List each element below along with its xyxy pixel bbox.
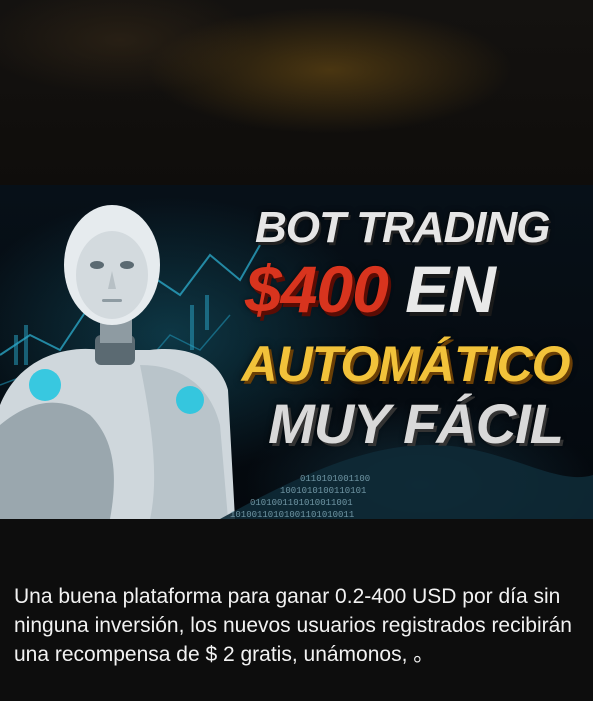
- banner-headline-line2: $400 EN: [245, 251, 579, 327]
- post-caption: Una buena plataforma para ganar 0.2-400 …: [14, 585, 572, 666]
- svg-text:0101001101010011001: 0101001101010011001: [250, 498, 353, 508]
- banner-headline-line3: AUTOMÁTICO: [241, 336, 571, 392]
- banner-headline-line4: MUY FÁCIL: [268, 392, 564, 455]
- svg-text:0110101001100: 0110101001100: [300, 474, 370, 484]
- banner-amount: $400: [245, 252, 389, 326]
- post-image[interactable]: 0110101001100 1001010100110101 010100110…: [0, 185, 593, 519]
- svg-text:1001010100110101: 1001010100110101: [280, 486, 366, 496]
- blurred-background-image: [0, 0, 593, 185]
- banner-headline-line1: BOT TRADING: [255, 203, 551, 252]
- svg-text:10100110101001101010011: 10100110101001101010011: [230, 510, 354, 519]
- banner-amount-suffix: EN: [405, 252, 496, 326]
